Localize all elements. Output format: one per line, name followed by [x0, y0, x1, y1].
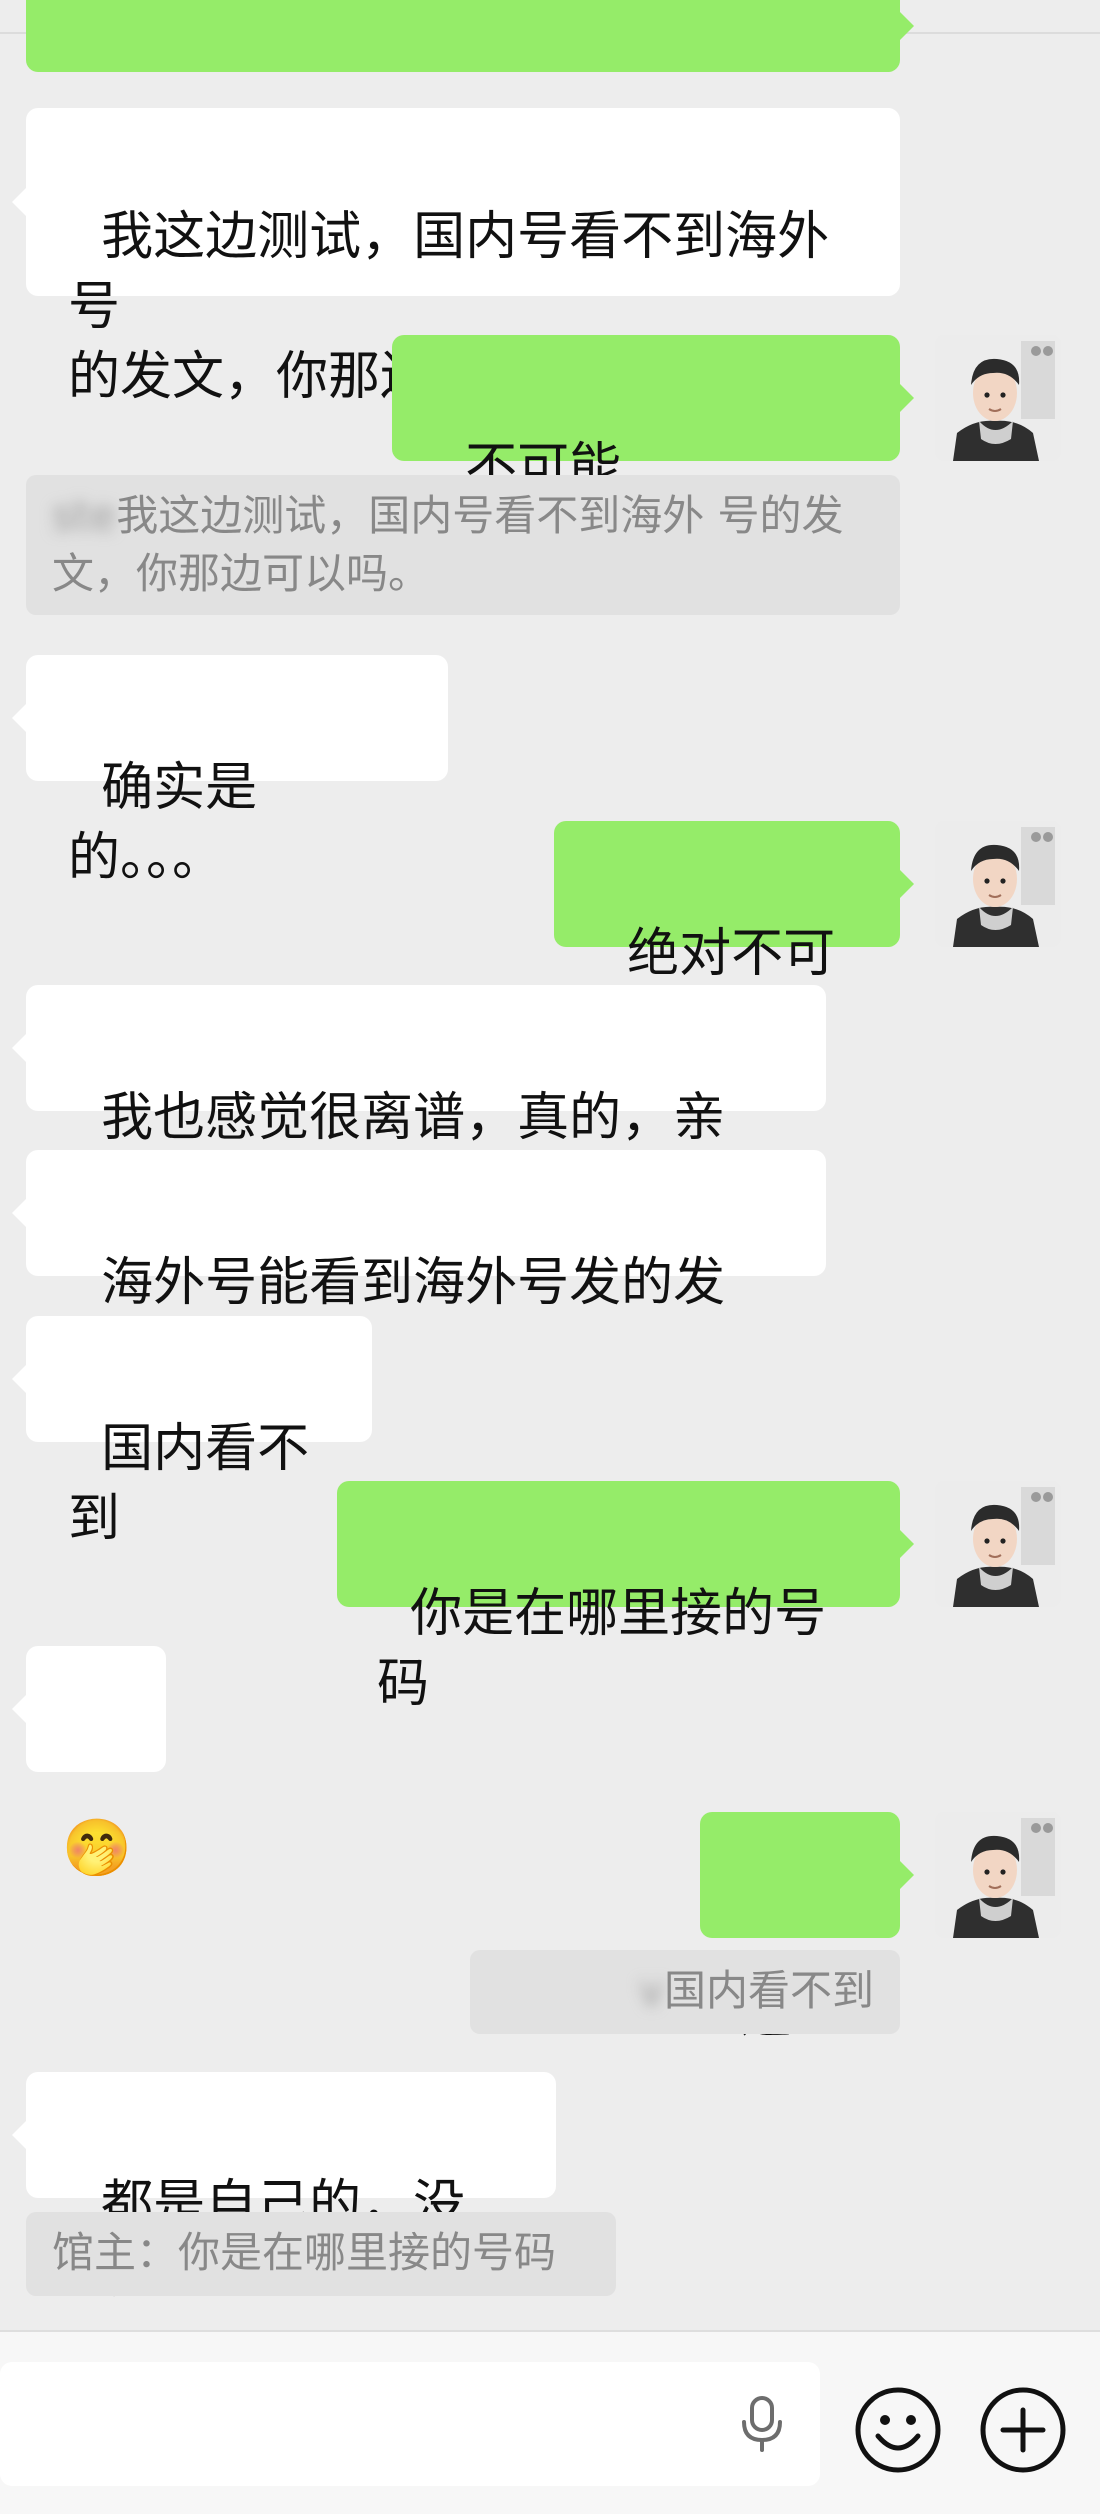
message-input[interactable]: [0, 2362, 820, 2486]
quoted-text: 我这边测试，国内号看不到海外 号的发文，你那边可以吗。: [52, 491, 844, 598]
emoji-icon[interactable]: [852, 2384, 944, 2476]
quoted-sender-name: ste: [52, 491, 117, 540]
user-avatar[interactable]: [935, 1812, 1061, 1938]
user-avatar[interactable]: [935, 1481, 1061, 1607]
message-text: 国内看不到: [68, 1419, 310, 1549]
message-bubble-right[interactable]: 绝对不可能: [554, 821, 900, 1054]
quoted-message[interactable]: ste我这边测试，国内号看不到海外 号的发文，你那边可以吗。: [26, 475, 900, 615]
quoted-text: 馆主：你是在哪里接的号码: [52, 2228, 557, 2277]
emoji-message: 🤭: [62, 1816, 132, 1881]
input-bar: [0, 2330, 1100, 2514]
message-bubble-right[interactable]: 你是在哪里接的号码: [337, 1481, 900, 1714]
plus-icon[interactable]: [977, 2384, 1069, 2476]
message-bubble-cutoff[interactable]: [26, 0, 900, 72]
message-text: 你是在哪里接的号码: [377, 1584, 827, 1714]
message-bubble-right[interactable]: 这.....: [700, 1812, 900, 2045]
message-bubble-left[interactable]: 确实是的。。。: [26, 655, 448, 888]
message-bubble-left[interactable]: 国内看不到: [26, 1316, 372, 1549]
message-bubble-left[interactable]: 海外号能看到海外号发的发文。: [26, 1150, 826, 1383]
message-bubble-left[interactable]: 我这边测试，国内号看不到海外号 的发文，你那边可以吗。: [26, 108, 900, 407]
message-bubble-left[interactable]: 我也感觉很离谱，真的，亲测。: [26, 985, 826, 1218]
message-bubble-right[interactable]: 不可能吧！！！！: [392, 335, 900, 568]
mic-icon[interactable]: [730, 2392, 794, 2456]
message-text: 确实是的。。。: [68, 758, 258, 888]
message-bubble-left-emoji[interactable]: 🤭: [26, 1646, 166, 1881]
user-avatar[interactable]: [935, 821, 1061, 947]
quoted-message[interactable]: v国内看不到: [470, 1950, 900, 2034]
message-bubble-left[interactable]: 都是自己的，没接。: [26, 2072, 556, 2305]
user-avatar[interactable]: [935, 335, 1061, 461]
quoted-sender-name: v: [639, 1966, 664, 2015]
quoted-text: 国内看不到: [663, 1966, 874, 2015]
quoted-message[interactable]: 馆主：你是在哪里接的号码: [26, 2212, 616, 2296]
